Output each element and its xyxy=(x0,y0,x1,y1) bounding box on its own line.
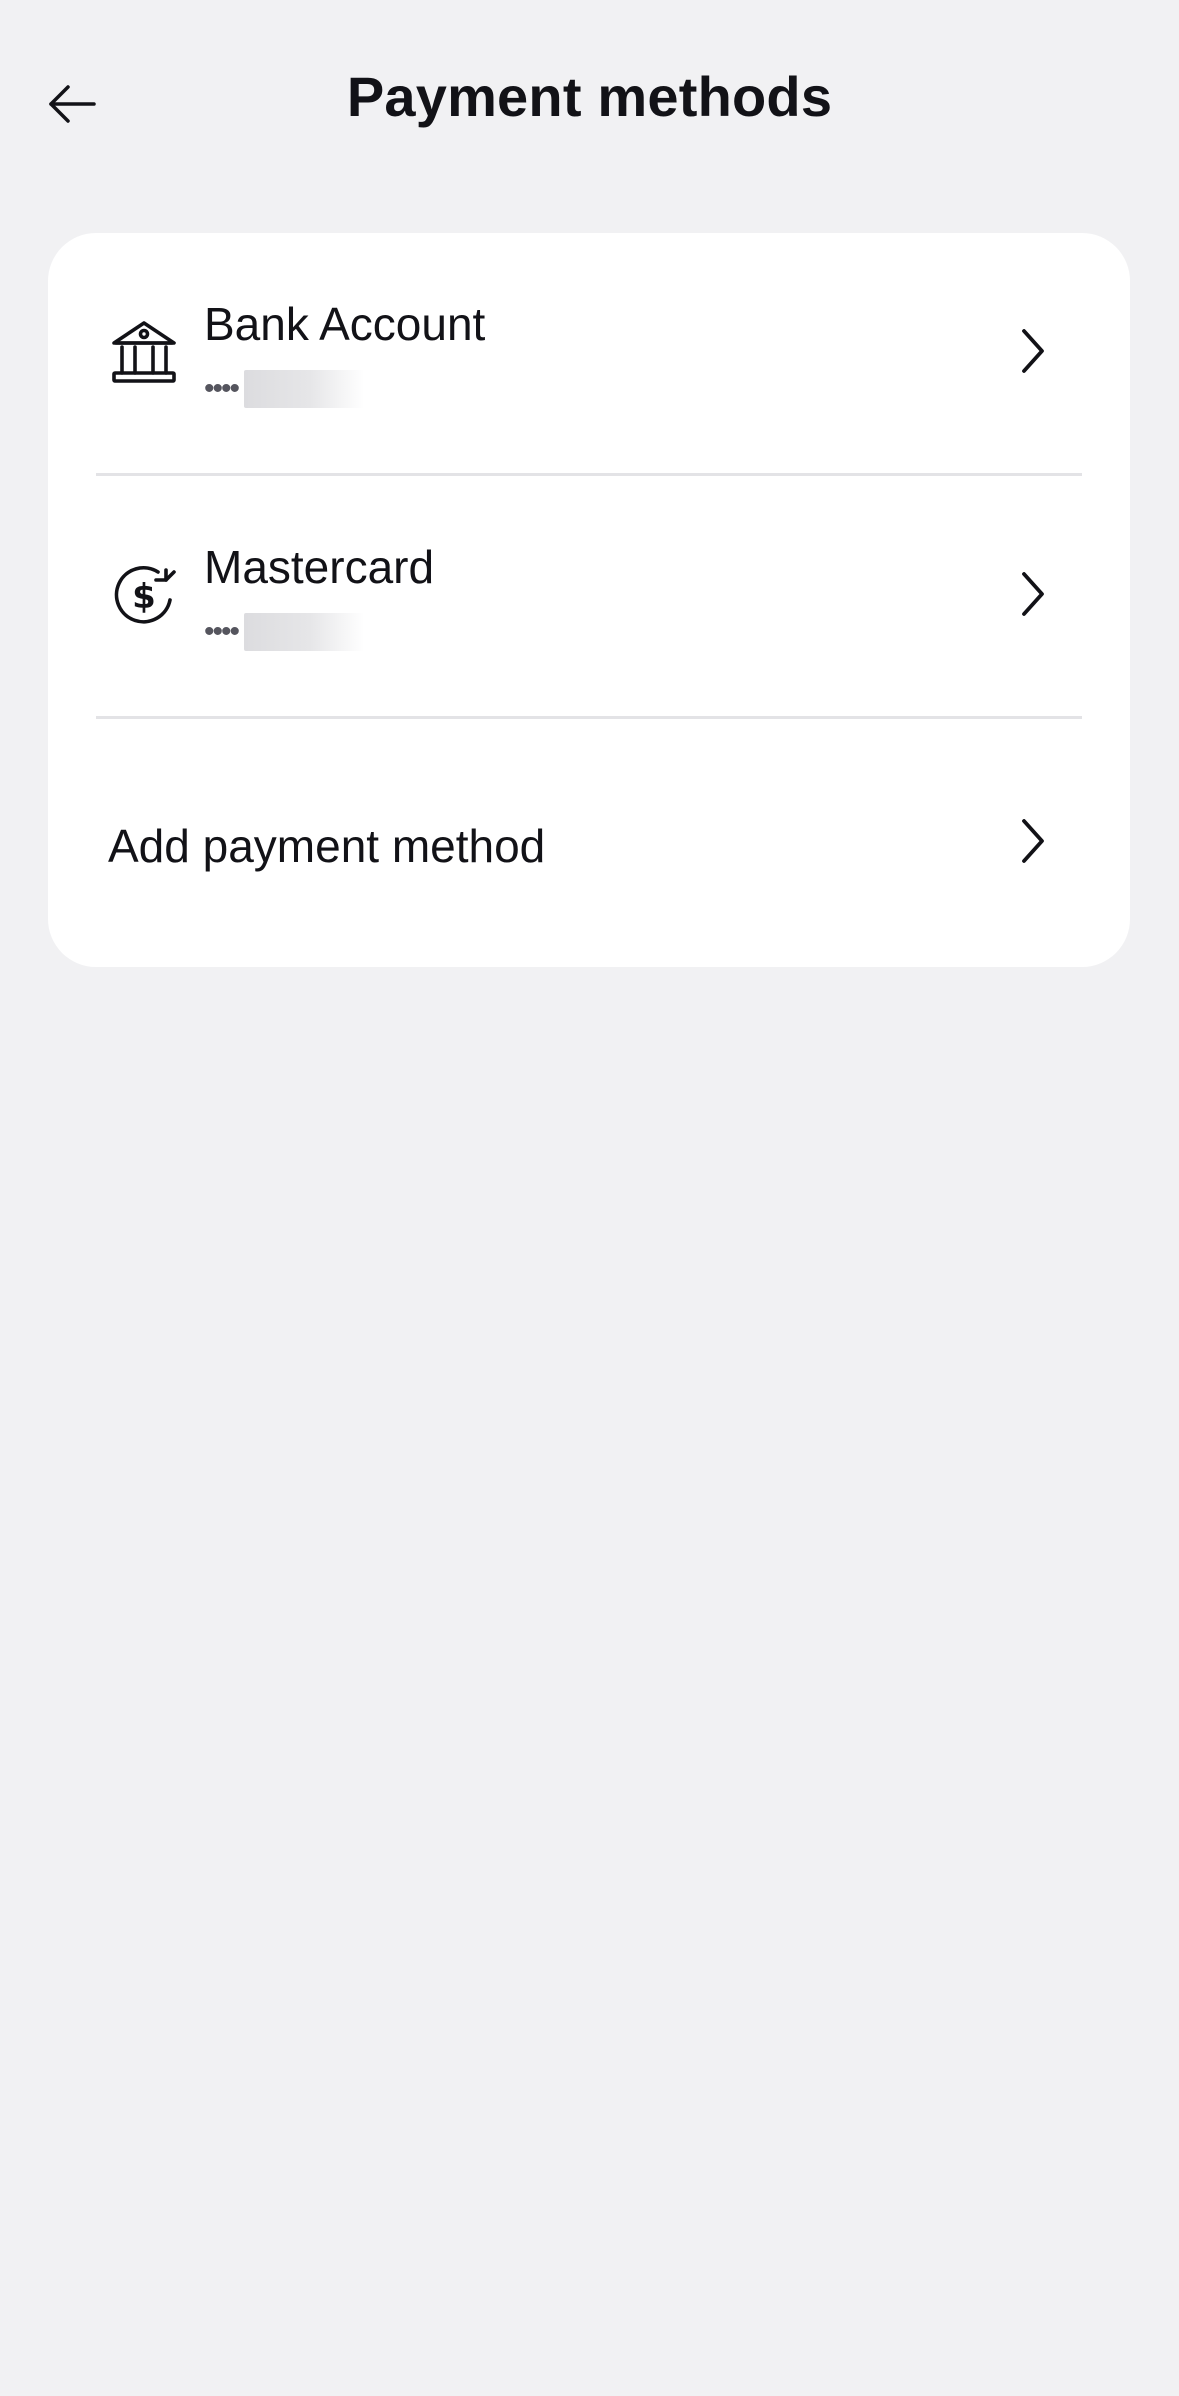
payment-method-title: Bank Account xyxy=(204,298,486,350)
dollar-refresh-icon: $ xyxy=(108,560,180,632)
chevron-right-icon xyxy=(1008,323,1056,379)
payment-method-title: Mastercard xyxy=(204,541,435,593)
chevron-right-icon xyxy=(1008,566,1056,622)
payment-methods-card: Bank Account •••• $ Mastercard •••• Add … xyxy=(48,233,1130,967)
masked-account-number: •••• xyxy=(204,369,365,409)
payment-method-mastercard[interactable]: $ Mastercard •••• xyxy=(48,476,1130,716)
payment-method-bank-account[interactable]: Bank Account •••• xyxy=(48,233,1130,473)
redacted-digits xyxy=(244,613,365,651)
add-payment-method-label: Add payment method xyxy=(108,820,546,872)
add-payment-method-button[interactable]: Add payment method xyxy=(48,719,1130,967)
chevron-right-icon xyxy=(1008,813,1056,869)
svg-text:$: $ xyxy=(132,577,156,617)
redacted-digits xyxy=(244,370,365,408)
masked-dots: •••• xyxy=(204,372,240,405)
header: Payment methods xyxy=(0,0,1179,200)
page-title: Payment methods xyxy=(346,65,833,128)
bank-icon xyxy=(108,317,180,389)
masked-dots: •••• xyxy=(204,615,240,648)
masked-card-number: •••• xyxy=(204,612,365,652)
